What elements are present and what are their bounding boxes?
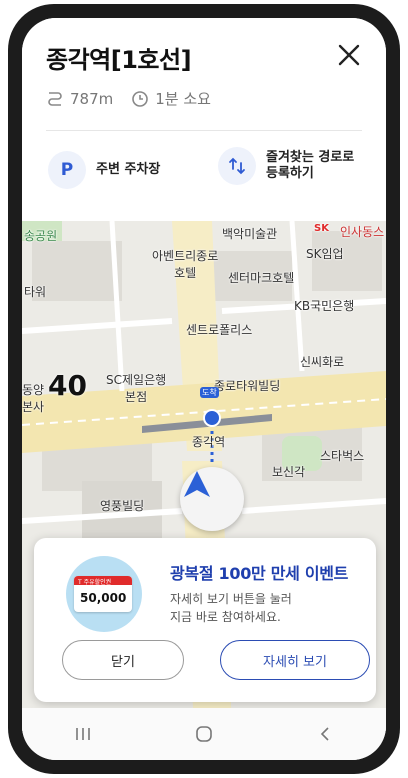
- promo-description: 자세히 보기 버튼을 눌러 지금 바로 참여하세요.: [170, 592, 292, 624]
- route-swap-icon: [218, 147, 256, 185]
- route-distance: 787m: [70, 89, 114, 108]
- map-label-destination-tag: 도착: [200, 387, 219, 398]
- phone-frame: 종각역[1호선] 787m 1분 소요 P 주변 주차장 즐겨찾는 경로로 등록…: [8, 4, 400, 774]
- map-label-kb-bank: KB국민은행: [294, 299, 355, 313]
- navigation-arrow-icon: [184, 471, 210, 497]
- page-title: 종각역[1호선]: [46, 46, 192, 74]
- event-popup: T 주유할인권 50,000 광복절 100만 만세 이벤트 자세히 보기 버튼…: [34, 538, 376, 702]
- map-label-starbucks: 스타벅스: [320, 449, 365, 463]
- recent-apps-icon: [75, 728, 90, 740]
- map-label-art-hall: 백악미술관: [222, 227, 278, 241]
- speed-limit: 40: [48, 369, 87, 402]
- destination-header: 종각역[1호선] 787m 1분 소요: [22, 18, 386, 148]
- map-label-youngpoong: 영풍빌딩: [100, 499, 145, 513]
- route-meta: 787m 1분 소요: [46, 88, 211, 109]
- coupon-amount: 50,000: [80, 591, 127, 605]
- map-label-center-mark: 센터마크호텔: [228, 271, 295, 285]
- quick-actions: P 주변 주차장 즐겨찾는 경로로 등록하기: [22, 131, 386, 221]
- parking-icon: P: [48, 151, 86, 189]
- close-icon: [338, 44, 360, 66]
- recent-apps-button[interactable]: [63, 719, 103, 749]
- map-label-bosingak: 보신각: [272, 465, 306, 479]
- save-favorite-route-button[interactable]: 즐겨찾는 경로로 등록하기: [218, 147, 354, 185]
- view-details-button[interactable]: 자세히 보기: [220, 640, 370, 680]
- map-label-sk: SK: [314, 223, 329, 234]
- map-label-sc-bank: SC제일은행 본점: [106, 373, 167, 404]
- map-label-dongyang: 동양 본사: [22, 383, 45, 414]
- close-button[interactable]: [332, 38, 366, 72]
- back-button[interactable]: [305, 719, 345, 749]
- map-label-insa: 인사동스: [340, 225, 385, 239]
- map-label-shinshin: 신씨화로: [300, 355, 345, 369]
- nearby-parking-button[interactable]: P 주변 주차장: [48, 151, 160, 189]
- coupon-card: T 주유할인권 50,000: [74, 576, 132, 612]
- home-icon: [196, 726, 212, 742]
- map-label-jonggak-station: 종각역: [192, 435, 226, 449]
- map-label-avenue-hotel: 아벤트리종로 호텔: [152, 249, 219, 280]
- promo-title: 광복절 100만 만세 이벤트: [170, 564, 349, 583]
- home-button[interactable]: [184, 719, 224, 749]
- route-distance-icon: [46, 90, 64, 108]
- save-favorite-route-label: 즐겨찾는 경로로 등록하기: [266, 150, 355, 181]
- map-label-tower: 타워: [24, 285, 47, 299]
- route-duration: 1분 소요: [155, 90, 211, 108]
- back-icon: [321, 727, 329, 741]
- current-location-button[interactable]: [180, 467, 244, 531]
- close-popup-button[interactable]: 닫기: [62, 640, 184, 680]
- promo-image: T 주유할인권 50,000: [66, 556, 142, 632]
- coupon-brand: T 주유할인권: [78, 579, 112, 586]
- map-label-park: 송공원: [24, 229, 58, 243]
- system-navigation-bar: [22, 708, 386, 760]
- screen: 종각역[1호선] 787m 1분 소요 P 주변 주차장 즐겨찾는 경로로 등록…: [22, 18, 386, 760]
- nearby-parking-label: 주변 주차장: [96, 162, 161, 177]
- map-label-centropolis: 센트로폴리스: [186, 323, 253, 337]
- map-label-sk-company: SK임업: [306, 247, 344, 261]
- map-label-jongro-tower: 종로타워빌딩: [214, 379, 281, 393]
- clock-icon: [131, 90, 149, 108]
